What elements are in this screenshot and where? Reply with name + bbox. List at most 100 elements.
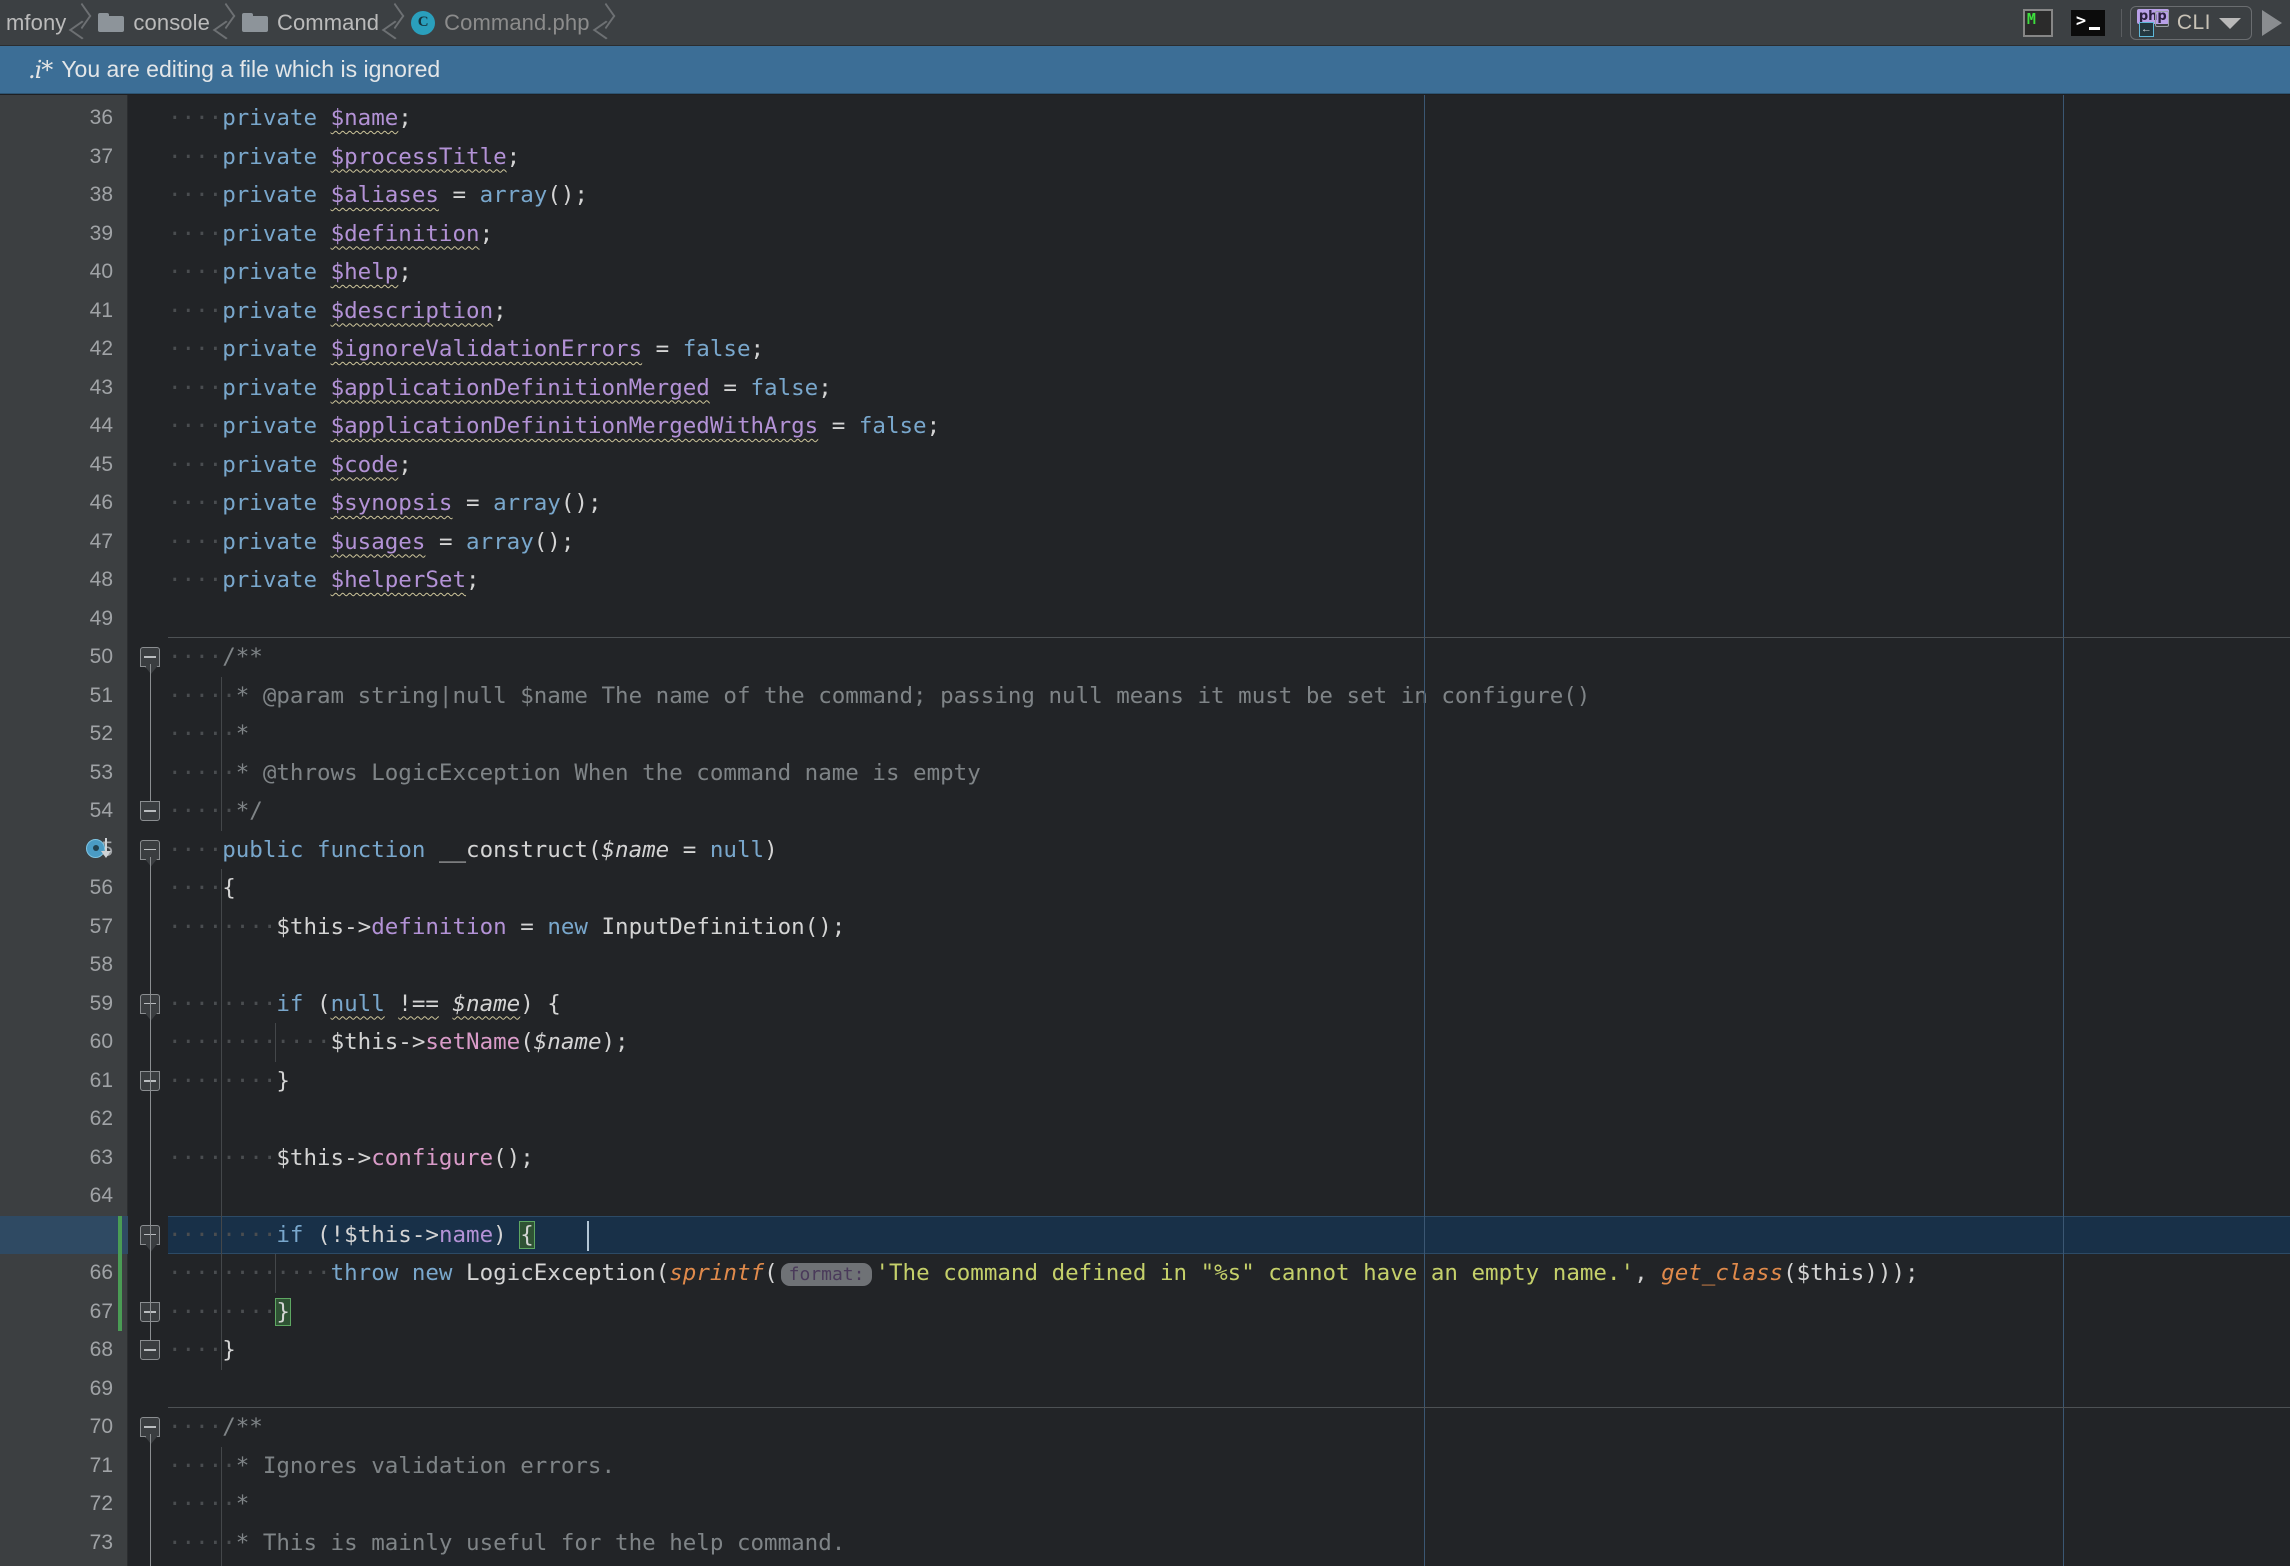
indent-guide <box>221 715 222 754</box>
code-line[interactable]: ····} <box>128 1331 2290 1370</box>
code-line[interactable]: ·····* Ignores validation errors. <box>128 1447 2290 1486</box>
editor-gutter[interactable]: 3637383940414243444546474849505152535455… <box>0 95 128 1566</box>
code-line[interactable]: ····private $help; <box>128 253 2290 292</box>
line-number: 42 <box>90 330 113 369</box>
vcs-change-marker[interactable] <box>118 1216 122 1332</box>
code-text: ····private $description; <box>168 292 507 331</box>
code-text: ····private $usages = array(); <box>168 523 574 562</box>
breadcrumb-separator-icon <box>214 0 236 46</box>
code-line[interactable]: ····private $aliases = array(); <box>128 176 2290 215</box>
line-number: 62 <box>90 1100 113 1139</box>
code-text: ·····* @throws LogicException When the c… <box>168 754 981 793</box>
code-line[interactable]: ····private $code; <box>128 446 2290 485</box>
code-text: ············throw new LogicException(spr… <box>168 1254 1919 1293</box>
code-line[interactable]: ············throw new LogicException(spr… <box>128 1254 2290 1293</box>
code-text: ····} <box>168 1331 236 1370</box>
code-line[interactable]: ····private $usages = array(); <box>128 523 2290 562</box>
folder-icon <box>242 13 268 33</box>
code-line[interactable]: ····{ <box>128 869 2290 908</box>
indent-guide <box>275 1023 276 1062</box>
code-line[interactable]: ········if (!$this->name) { <box>128 1216 2290 1255</box>
line-number: 69 <box>90 1370 113 1409</box>
code-text: ········} <box>168 1293 290 1332</box>
code-line[interactable]: ·····* @throws LogicException When the c… <box>128 754 2290 793</box>
code-line[interactable]: ·····*/ <box>128 1562 2290 1566</box>
breadcrumb-label: Command <box>277 10 379 36</box>
code-editor[interactable]: 3637383940414243444546474849505152535455… <box>0 95 2290 1566</box>
breadcrumb: mfony console Command CCommand.php <box>0 0 616 46</box>
indent-guide <box>221 1485 222 1524</box>
code-line[interactable]: ········} <box>128 1062 2290 1101</box>
current-line-gutter-highlight <box>0 1216 128 1255</box>
line-number: 48 <box>90 561 113 600</box>
code-line[interactable]: ····/** <box>128 1408 2290 1447</box>
code-line[interactable] <box>128 1100 2290 1139</box>
code-text: ····private $ignoreValidationErrors = fa… <box>168 330 764 369</box>
code-line[interactable] <box>128 1370 2290 1409</box>
code-line[interactable]: ····/** <box>128 638 2290 677</box>
overridden-method-icon[interactable] <box>86 836 122 866</box>
code-line[interactable]: ········if (null !== $name) { <box>128 985 2290 1024</box>
code-line[interactable]: ····private $ignoreValidationErrors = fa… <box>128 330 2290 369</box>
breadcrumb-separator-icon <box>594 0 616 46</box>
code-line[interactable]: ····public function __construct($name = … <box>128 831 2290 870</box>
code-line[interactable] <box>128 946 2290 985</box>
code-text: ····private $applicationDefinitionMerged… <box>168 407 940 446</box>
code-line[interactable]: ·····* @param string|null $name The name… <box>128 677 2290 716</box>
breadcrumb-item-command-php[interactable]: CCommand.php <box>405 0 593 46</box>
run-play-icon[interactable] <box>2262 10 2282 36</box>
line-number: 49 <box>90 600 113 639</box>
breadcrumb-item-mfony[interactable]: mfony <box>0 0 70 46</box>
run-config-label: CLI <box>2177 11 2211 35</box>
indent-guide <box>221 792 222 831</box>
code-line[interactable]: ·····* This is mainly useful for the hel… <box>128 1524 2290 1563</box>
code-line[interactable]: ····private $name; <box>128 99 2290 138</box>
breadcrumb-item-console[interactable]: console <box>92 0 214 46</box>
code-text: ····private $name; <box>168 99 412 138</box>
line-number: 44 <box>90 407 113 446</box>
code-line[interactable]: ····private $applicationDefinitionMerged… <box>128 369 2290 408</box>
run-configuration-selector[interactable]: php ← CLI <box>2130 6 2252 40</box>
code-line[interactable]: ····private $helperSet; <box>128 561 2290 600</box>
code-line[interactable]: ····private $description; <box>128 292 2290 331</box>
code-line[interactable]: ·····*/ <box>128 792 2290 831</box>
code-text: ····private $helperSet; <box>168 561 480 600</box>
line-number: 46 <box>90 484 113 523</box>
line-number: 71 <box>90 1447 113 1486</box>
code-line[interactable]: ····private $applicationDefinitionMerged… <box>128 407 2290 446</box>
code-text: ·····*/ <box>168 792 263 831</box>
php-class-icon: C <box>411 11 435 35</box>
code-content[interactable]: ····private $name;····private $processTi… <box>128 95 2290 1566</box>
code-text: ·····*/ <box>168 1562 263 1566</box>
code-line[interactable]: ····private $synopsis = array(); <box>128 484 2290 523</box>
code-line[interactable]: ····private $processTitle; <box>128 138 2290 177</box>
code-text: ····private $code; <box>168 446 412 485</box>
code-text: ····private $help; <box>168 253 412 292</box>
php-icon-arrow: ← <box>2139 22 2154 37</box>
terminal-green-icon[interactable] <box>2019 4 2057 42</box>
code-line[interactable]: ············$this->setName($name); <box>128 1023 2290 1062</box>
code-text: ····{ <box>168 869 236 908</box>
code-line[interactable] <box>128 1177 2290 1216</box>
code-line[interactable]: ········$this->configure(); <box>128 1139 2290 1178</box>
line-number: 60 <box>90 1023 113 1062</box>
code-line[interactable]: ········$this->definition = new InputDef… <box>128 908 2290 947</box>
chevron-down-icon[interactable] <box>2219 18 2241 29</box>
line-number: 74 <box>90 1562 113 1566</box>
indent-guide <box>275 1254 276 1293</box>
line-number: 54 <box>90 792 113 831</box>
line-number: 50 <box>90 638 113 677</box>
code-text: ········if (null !== $name) { <box>168 985 561 1024</box>
code-line[interactable]: ····private $definition; <box>128 215 2290 254</box>
indent-guide <box>221 869 222 1370</box>
code-line[interactable] <box>128 600 2290 639</box>
shell-prompt-icon[interactable] <box>2069 4 2107 42</box>
code-line[interactable]: ·····* <box>128 1485 2290 1524</box>
breadcrumb-item-command[interactable]: Command <box>236 0 383 46</box>
breadcrumb-label: console <box>133 10 210 36</box>
line-number: 51 <box>90 677 113 716</box>
code-line[interactable]: ········} <box>128 1293 2290 1332</box>
section-separator <box>168 1407 2290 1408</box>
code-line[interactable]: ·····* <box>128 715 2290 754</box>
php-interpreter-icon: php ← <box>2137 9 2169 37</box>
